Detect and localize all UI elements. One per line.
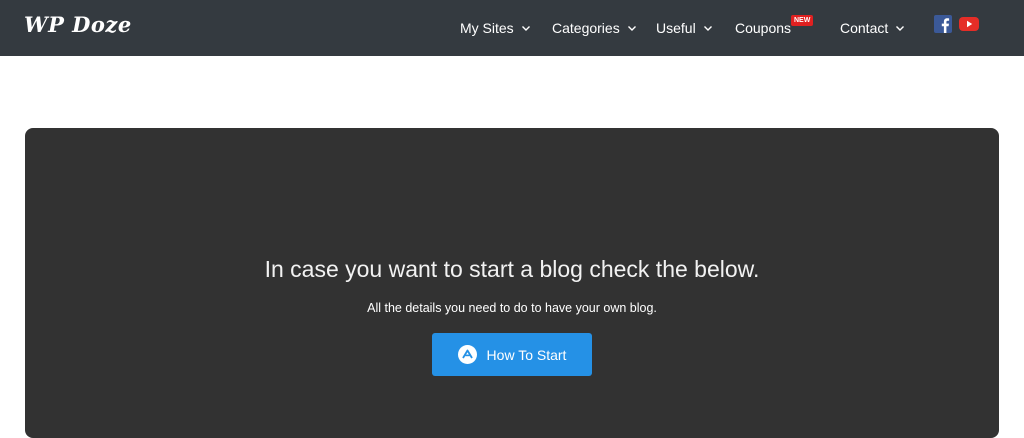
arrow-up-icon	[457, 345, 477, 364]
new-badge: NEW	[791, 15, 814, 26]
hero-subtitle: All the details you need to do to have y…	[367, 301, 657, 315]
chevron-down-icon	[626, 22, 638, 34]
nav-coupons[interactable]: Coupons	[735, 19, 791, 37]
hero-title: In case you want to start a blog check t…	[264, 256, 760, 282]
nav-my-sites-label: My Sites	[460, 20, 514, 36]
site-logo[interactable]: WP Doze	[24, 12, 132, 37]
youtube-icon[interactable]	[959, 17, 979, 36]
nav-my-sites[interactable]: My Sites	[460, 19, 532, 37]
nav-contact[interactable]: Contact	[840, 19, 906, 37]
chevron-down-icon	[520, 22, 532, 34]
nav-contact-label: Contact	[840, 20, 889, 36]
nav-useful[interactable]: Useful	[656, 19, 714, 37]
chevron-down-icon	[894, 22, 906, 34]
nav-categories[interactable]: Categories	[552, 19, 638, 37]
how-to-start-button[interactable]: How To Start	[432, 333, 592, 376]
how-to-start-label: How To Start	[486, 346, 567, 363]
chevron-down-icon	[702, 22, 714, 34]
hero-panel: In case you want to start a blog check t…	[25, 128, 999, 438]
top-navbar: WP Doze My Sites Categories Useful Coupo…	[0, 0, 1024, 56]
nav-coupons-label: Coupons	[735, 20, 792, 36]
nav-categories-label: Categories	[552, 20, 620, 36]
nav-useful-label: Useful	[656, 20, 696, 36]
facebook-icon[interactable]	[934, 15, 952, 38]
